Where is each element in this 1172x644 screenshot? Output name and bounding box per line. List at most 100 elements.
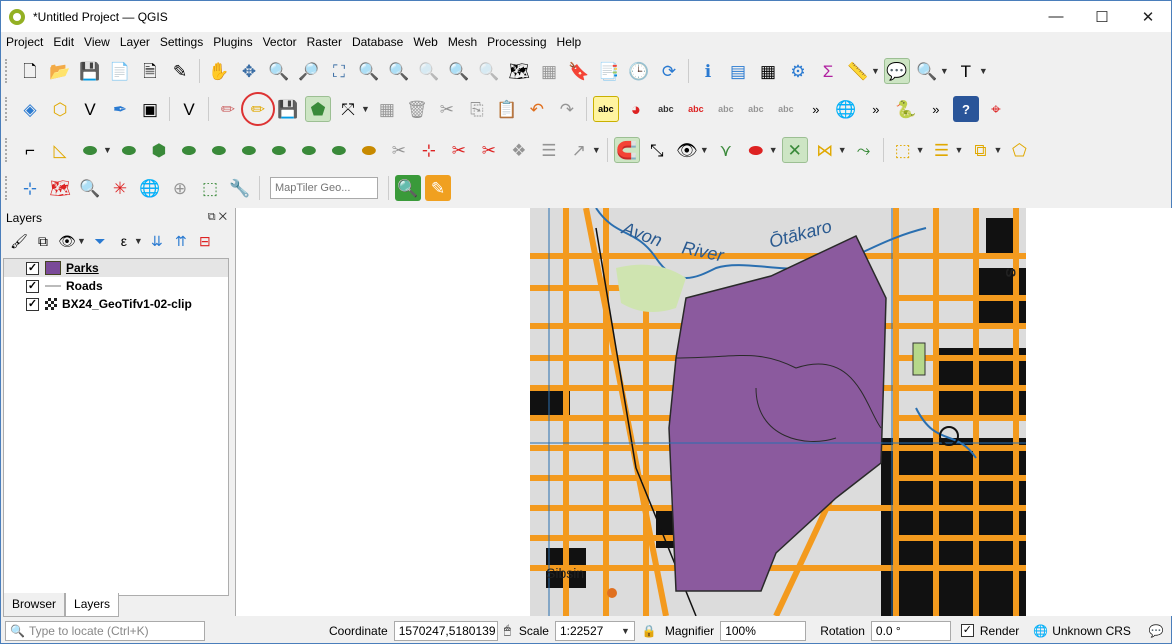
filter-expression-icon[interactable]: ε [114, 231, 134, 251]
layer-row-raster[interactable]: ✓ BX24_GeoTifv1-02-clip [4, 295, 228, 313]
more-tools-icon[interactable]: » [863, 96, 889, 122]
coordinate-field[interactable]: 1570247,5180139 [393, 620, 498, 641]
chevron-down-icon[interactable]: ▼ [621, 626, 630, 636]
new-project-icon[interactable]: 🗋 [17, 58, 43, 84]
delete-selected-icon[interactable]: 🗑 [404, 96, 430, 122]
toggle-editing-icon[interactable]: ✏ [241, 92, 275, 126]
help-icon[interactable]: ? [952, 96, 979, 122]
chevron-down-icon[interactable]: ▼ [77, 236, 86, 246]
show-bookmarks-icon[interactable]: 📑 [596, 58, 622, 84]
delete-ring-icon[interactable]: ⬬ [266, 137, 292, 163]
cad-tools-icon[interactable]: ◺ [47, 137, 73, 163]
new-3d-map-view-icon[interactable]: ▦ [536, 58, 562, 84]
current-edits-icon[interactable]: ✏ [215, 96, 241, 122]
merge-selected-icon[interactable]: ✂ [446, 137, 472, 163]
pan-to-selection-icon[interactable]: ✥ [236, 58, 262, 84]
map-tips-icon[interactable]: 💬 [883, 58, 910, 84]
tab-browser[interactable]: Browser [3, 593, 66, 617]
highlight-pinned-labels-icon[interactable]: abc [653, 96, 679, 122]
chevron-down-icon[interactable]: ▼ [134, 236, 143, 246]
tracing-icon[interactable]: ⤳ [851, 137, 877, 163]
close-button[interactable]: ✕ [1125, 1, 1171, 32]
add-ring-icon[interactable]: ⬬ [176, 137, 202, 163]
reshape-icon[interactable]: ⬬ [326, 137, 352, 163]
maximize-button[interactable]: ☐ [1079, 1, 1125, 32]
zoom-next-icon[interactable]: 🔍 [476, 58, 502, 84]
menu-processing[interactable]: Processing [482, 35, 551, 49]
toolbar-grip[interactable] [5, 176, 9, 200]
undo-icon[interactable]: ↶ [524, 96, 550, 122]
modify-attributes-icon[interactable]: ▦ [374, 96, 400, 122]
layer-visibility-checkbox[interactable]: ✓ [26, 279, 39, 293]
zoom-last-icon[interactable]: 🔍 [446, 58, 472, 84]
snap-intersection-icon[interactable]: ✕ [781, 137, 808, 163]
merge-attributes-icon[interactable]: ✂ [476, 137, 502, 163]
open-project-icon[interactable]: 📂 [47, 58, 73, 84]
show-hide-labels-icon[interactable]: abc [713, 96, 739, 122]
rotate-point-symbols-icon[interactable]: ❖ [506, 137, 532, 163]
panel-float-close-icon[interactable]: ⧉ ✕ [208, 211, 227, 224]
map-swipe-icon[interactable]: 🗺 [47, 175, 73, 201]
menu-plugins[interactable]: Plugins [208, 35, 257, 49]
menu-project[interactable]: Project [1, 35, 48, 49]
chevron-down-icon[interactable]: ▼ [103, 145, 112, 155]
new-temporary-layer-icon[interactable]: ✒ [107, 96, 133, 122]
copy-features-icon[interactable]: ⎘ [464, 96, 490, 122]
split-features-icon[interactable]: ✂ [386, 137, 412, 163]
offset-curve-icon[interactable]: ⬬ [356, 137, 382, 163]
zoom-in-icon[interactable]: 🔍 [266, 58, 292, 84]
remove-layer-icon[interactable]: ⊟ [195, 231, 215, 251]
chevron-down-icon[interactable]: ▼ [871, 66, 880, 76]
chevron-down-icon[interactable]: ▼ [955, 145, 964, 155]
delete-part-icon[interactable]: ⬬ [296, 137, 322, 163]
settings-wrench-icon[interactable]: 🔧 [227, 175, 253, 201]
zoom-full-icon[interactable]: ⛶ [326, 58, 352, 84]
snapping-tolerance-icon[interactable]: ⋎ [713, 137, 739, 163]
capture-extent-icon[interactable]: ⬚ [197, 175, 223, 201]
data-source-manager-icon[interactable]: ◈ [17, 96, 43, 122]
deselect-features-icon[interactable]: ⧉ [967, 137, 993, 163]
menu-mesh[interactable]: Mesh [443, 35, 482, 49]
save-layer-edits-icon[interactable]: 💾 [275, 96, 301, 122]
rotate-label-icon[interactable]: abc [773, 96, 799, 122]
menu-layer[interactable]: Layer [115, 35, 155, 49]
save-project-icon[interactable]: 💾 [77, 58, 103, 84]
web-services-icon[interactable]: 🌐 [833, 96, 859, 122]
trim-extend-icon[interactable]: ↗ [566, 137, 592, 163]
expand-all-icon[interactable]: ⇊ [147, 231, 167, 251]
identify-features-icon[interactable]: ℹ [695, 58, 721, 84]
cut-features-icon[interactable]: ✂ [434, 96, 460, 122]
paste-features-icon[interactable]: 📋 [494, 96, 520, 122]
open-attribute-table-icon[interactable]: ▤ [725, 58, 751, 84]
filter-legend-icon[interactable]: ⏷ [90, 231, 110, 251]
open-field-calculator-icon[interactable]: ▦ [755, 58, 781, 84]
move-label-icon[interactable]: abc [743, 96, 769, 122]
layer-diagram-icon[interactable]: ◕ [623, 96, 649, 122]
chevron-down-icon[interactable]: ▼ [838, 145, 847, 155]
simplify-feature-icon[interactable]: ⬢ [146, 137, 172, 163]
self-snapping-icon[interactable]: ⋈ [812, 137, 838, 163]
menu-settings[interactable]: Settings [155, 35, 208, 49]
magnifier-field[interactable]: 100% [720, 620, 807, 641]
toolbox-icon[interactable]: ⚙ [785, 58, 811, 84]
map-canvas[interactable]: Avon River Ōtākaro Sibsin S [235, 208, 1172, 616]
zoom-pixel-icon[interactable]: 🔍 [77, 175, 103, 201]
chevron-down-icon[interactable]: ▼ [940, 66, 949, 76]
locator-settings-icon[interactable]: 🔍 [914, 58, 940, 84]
add-vector-layer-icon[interactable]: V [176, 96, 202, 122]
chevron-down-icon[interactable]: ▼ [592, 145, 601, 155]
maptiler-plugin-icon[interactable]: ✎ [425, 175, 451, 201]
crosshair-search-icon[interactable]: ✳ [107, 175, 133, 201]
measure-line-icon[interactable]: 📏 [845, 58, 871, 84]
zoom-native-icon[interactable]: 🔍 [416, 58, 442, 84]
snapping-magnet-icon[interactable]: 🧲 [613, 137, 640, 163]
show-layout-manager-icon[interactable]: 🗎 [137, 58, 163, 84]
menu-view[interactable]: View [79, 35, 115, 49]
menu-help[interactable]: Help [552, 35, 587, 49]
add-group-icon[interactable]: ⧉ [33, 231, 53, 251]
open-layer-styling-icon[interactable]: 🖌 [9, 231, 29, 251]
snapping-advanced-icon[interactable]: ⤡ [644, 137, 670, 163]
chevron-down-icon[interactable]: ▼ [916, 145, 925, 155]
minimize-button[interactable]: — [1033, 1, 1079, 32]
redo-icon[interactable]: ↷ [554, 96, 580, 122]
